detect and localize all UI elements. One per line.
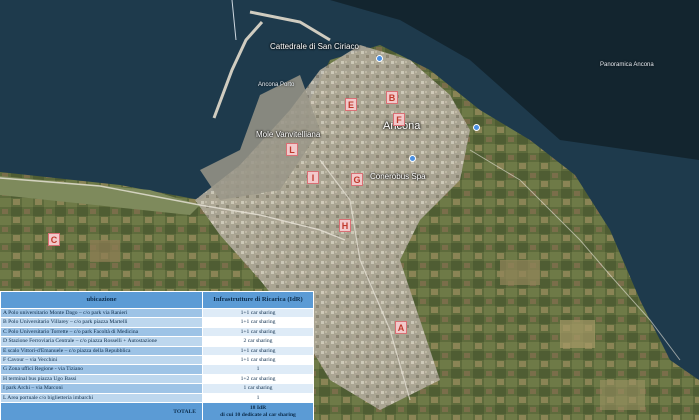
row-location: F Cavour – via Vecchini [0,355,203,366]
total-value: 18 IdR di cui 10 dedicate al car sharing [202,402,314,420]
row-infrastructure: 2 car sharing [202,336,314,347]
row-infrastructure: 1 [202,392,314,404]
table-row: C Polo Universitario Torrette – c/o park… [0,326,314,338]
row-location: L Area portuale c/o biglietteria imbarch… [0,392,203,404]
field-patch [560,320,595,348]
legend-table: ubicazione Infrastrutture di Ricarica (I… [0,291,314,420]
row-location: C Polo Universitario Torrette – c/o park… [0,326,203,338]
marker-e[interactable]: E [345,98,357,111]
table-row: G Zona uffici Regione - via Tiziano 1 [0,364,314,375]
marker-a[interactable]: A [395,321,407,334]
map-screenshot: Cattedrale di San Ciriaco Mole Vanvitell… [0,0,699,420]
table-row: H terminal bus piazza Ugo Bassi 1+2 car s… [0,373,314,385]
total-value-line1: 18 IdR [249,405,267,412]
row-infrastructure: 1 car sharing [202,383,314,394]
row-location: D Stazione Ferroviaria Centrale – c/o pi… [0,336,203,347]
legend-table-panel: ubicazione Infrastrutture di Ricarica (I… [0,291,314,420]
total-row: TOTALE 18 IdR di cui 10 dedicate al car s… [0,402,314,420]
field-patch [90,240,120,262]
marker-g[interactable]: G [351,173,363,186]
row-infrastructure: 1+2 car sharing [202,373,314,385]
row-infrastructure: 1+1 car sharing [202,345,314,357]
marker-h[interactable]: H [339,219,351,232]
row-infrastructure: 1+1 car sharing [202,307,314,319]
row-location: G Zona uffici Regione - via Tiziano [0,364,203,375]
total-label: TOTALE [0,402,203,420]
legend-header-row: ubicazione Infrastrutture di Ricarica (I… [0,291,314,309]
header-location: ubicazione [0,291,203,309]
field-patch [600,380,645,410]
road-label-panoramica: Panoramica Ancona [600,62,654,68]
table-row: E scalo Vittori-d'Emanuele – c/o piazza … [0,345,314,357]
row-location: E scalo Vittori-d'Emanuele – c/o piazza … [0,345,203,357]
conerobus-label[interactable]: Conerobus Spa [370,172,426,181]
map-pin-icon[interactable] [376,55,383,62]
table-row: L Area portuale c/o biglietteria imbarch… [0,392,314,404]
marker-c[interactable]: C [48,233,60,246]
row-infrastructure: 1+1 car sharing [202,326,314,338]
row-infrastructure: 1+1 car sharing [202,317,314,328]
marker-i[interactable]: I [307,171,319,184]
table-row: B Polo Universitario Villarey – c/o park… [0,317,314,328]
row-infrastructure: 1+1 car sharing [202,355,314,366]
mole-label[interactable]: Mole Vanvitelliana [256,130,320,139]
row-location: I park Archi – via Marconi [0,383,203,394]
marker-b[interactable]: B [386,91,398,104]
row-location: A Polo universitario Monte Dago – c/o pa… [0,307,203,319]
cathedral-label[interactable]: Cattedrale di San Ciriaco [270,42,359,51]
row-infrastructure: 1 [202,364,314,375]
road-label-port: Ancona Porto [258,82,295,88]
table-row: F Cavour – via Vecchini 1+1 car sharing [0,355,314,366]
marker-f[interactable]: F [393,113,405,126]
total-value-line2: di cui 10 dedicate al car sharing [220,412,296,419]
table-row: A Polo universitario Monte Dago – c/o pa… [0,307,314,319]
row-location: H terminal bus piazza Ugo Bassi [0,373,203,385]
map-pin-icon[interactable] [473,124,480,131]
field-patch [500,260,540,285]
table-row: I park Archi – via Marconi 1 car sharing [0,383,314,394]
map-pin-icon[interactable] [409,155,416,162]
header-infrastructure: Infrastrutture di Ricarica (IdR) [202,291,314,309]
marker-l[interactable]: L [286,143,298,156]
row-location: B Polo Universitario Villarey – c/o park… [0,317,203,328]
table-row: D Stazione Ferroviaria Centrale – c/o pi… [0,336,314,347]
